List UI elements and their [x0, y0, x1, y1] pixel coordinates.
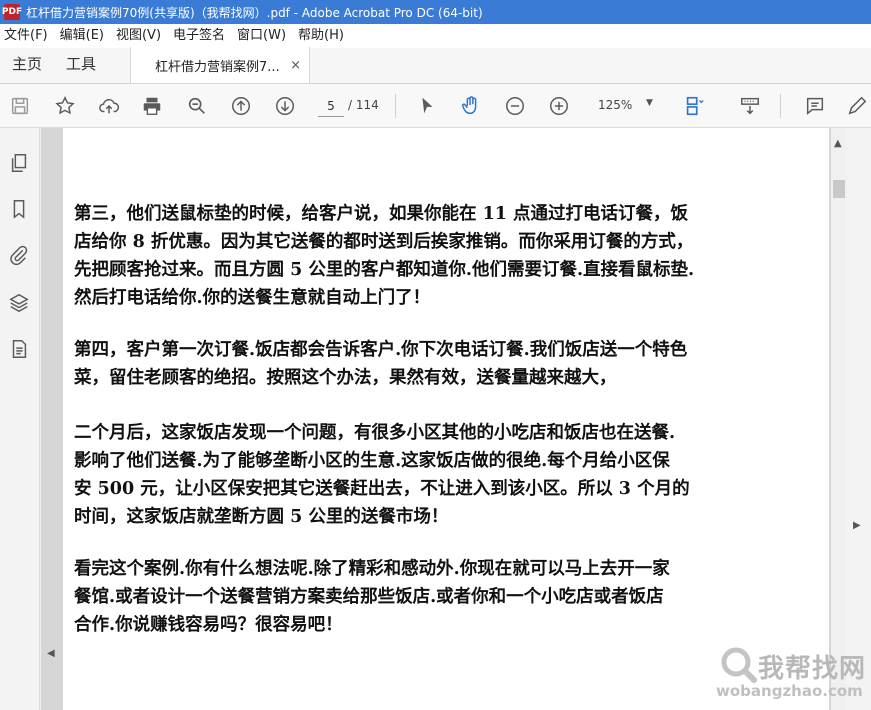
- page-number-input[interactable]: [318, 95, 344, 117]
- text-line: 安 500 元，让小区保安把其它送餐赶出去，不让进入到该小区。所以 3 个月的: [74, 479, 690, 499]
- menu-file[interactable]: 文件(F): [0, 24, 54, 48]
- scroll-mode-icon[interactable]: [738, 94, 762, 118]
- tab-bar: 主页 工具 杠杆借力营销案例7... ×: [0, 47, 871, 84]
- title-bar: PDF 杠杆借力营销案例70例(共享版)（我帮找网）.pdf - Adobe A…: [0, 0, 871, 24]
- menu-bar: 文件(F) 编辑(E) 视图(V) 电子签名 窗口(W) 帮助(H): [0, 24, 871, 48]
- save-icon[interactable]: [8, 94, 32, 118]
- text-line: 然后打电话给你.你的送餐生意就自动上门了！: [74, 288, 431, 308]
- acrobat-app-icon: PDF: [2, 4, 22, 20]
- text-line: 二个月后，这家饭店发现一个问题，有很多小区其他的小吃店和饭店也在送餐.: [74, 423, 676, 443]
- page-up-icon[interactable]: [229, 94, 253, 118]
- print-icon[interactable]: [140, 94, 164, 118]
- scroll-up-icon[interactable]: ▲: [834, 138, 842, 149]
- watermark: 我帮找网 wobangzhao.com: [714, 642, 870, 708]
- cloud-upload-icon[interactable]: [97, 94, 121, 118]
- toolbar: / 114 125% ▼: [0, 84, 871, 128]
- zoom-dropdown-icon[interactable]: ▼: [646, 98, 653, 108]
- page-down-icon[interactable]: [273, 94, 297, 118]
- text-line: 店给你 8 折优惠。因为其它送餐的都时送到后挨家推销。而你采用订餐的方式，: [74, 232, 694, 252]
- menu-edit[interactable]: 编辑(E): [54, 24, 110, 48]
- text-line: 合作.你说赚钱容易吗？很容易吧！: [74, 615, 343, 635]
- text-line: 餐馆.或者设计一个送餐营销方案卖给那些饭店.或者你和一个小吃店或者饭店: [74, 587, 664, 607]
- watermark-en: wobangzhao.com: [716, 682, 863, 700]
- tab-document[interactable]: 杠杆借力营销案例7... ×: [130, 47, 311, 83]
- pen-icon[interactable]: [845, 94, 869, 118]
- menu-window[interactable]: 窗口(W): [231, 24, 292, 48]
- toolbar-separator: [780, 94, 781, 118]
- text-line: 影响了他们送餐.为了能够垄断小区的生意.这家饭店做的很绝.每个月给小区保: [74, 451, 670, 471]
- zoom-level[interactable]: 125%: [598, 98, 632, 112]
- zoom-out-icon[interactable]: [503, 94, 527, 118]
- page-total: / 114: [348, 98, 379, 112]
- bookmark-icon[interactable]: [8, 198, 30, 220]
- text-line: 看完这个案例.你有什么想法呢.除了精彩和感动外.你现在就可以马上去开一家: [74, 559, 670, 579]
- right-pane-collapsed: ▶: [847, 128, 871, 710]
- paragraph-3: 二个月后，这家饭店发现一个问题，有很多小区其他的小吃店和饭店也在送餐. 影响了他…: [74, 419, 814, 531]
- toolbar-separator: [395, 94, 396, 118]
- comment-icon[interactable]: [803, 94, 827, 118]
- window-title: 杠杆借力营销案例70例(共享版)（我帮找网）.pdf - Adobe Acrob…: [26, 5, 483, 20]
- zoom-in-icon[interactable]: [547, 94, 571, 118]
- hand-icon[interactable]: [459, 94, 483, 118]
- tab-tools[interactable]: 工具: [54, 47, 108, 83]
- attachment-icon[interactable]: [8, 244, 30, 266]
- document-properties-icon[interactable]: [8, 338, 30, 360]
- collapse-left-panel-icon[interactable]: ◀: [47, 648, 55, 659]
- paragraph-4: 看完这个案例.你有什么想法呢.除了精彩和感动外.你现在就可以马上去开一家 餐馆.…: [74, 555, 814, 639]
- paragraph-2: 第四，客户第一次订餐.饭店都会告诉客户.你下次电话订餐.我们饭店送一个特色 菜，…: [74, 336, 814, 392]
- menu-esign[interactable]: 电子签名: [167, 24, 231, 48]
- text-line: 时间，这家饭店就垄断方圆 5 公里的送餐市场！: [74, 507, 449, 527]
- vertical-scrollbar[interactable]: ▲: [831, 128, 847, 710]
- layers-icon[interactable]: [8, 292, 30, 314]
- menu-view[interactable]: 视图(V): [110, 24, 167, 48]
- text-line: 第三，他们送鼠标垫的时候，给客户说，如果你能在 11 点通过打电话订餐，饭: [74, 204, 689, 224]
- text-line: 菜，留住老顾客的绝招。按照这个办法，果然有效，送餐量越来越大，: [74, 368, 617, 388]
- pdf-page: 第三，他们送鼠标垫的时候，给客户说，如果你能在 11 点通过打电话订餐，饭 店给…: [63, 128, 829, 710]
- select-arrow-icon[interactable]: [415, 94, 439, 118]
- star-icon[interactable]: [53, 94, 77, 118]
- menu-help[interactable]: 帮助(H): [292, 24, 350, 48]
- tab-document-label: 杠杆借力营销案例7...: [155, 59, 280, 75]
- document-viewport[interactable]: 第三，他们送鼠标垫的时候，给客户说，如果你能在 11 点通过打电话订餐，饭 店给…: [41, 128, 831, 710]
- text-line: 第四，客户第一次订餐.饭店都会告诉客户.你下次电话订餐.我们饭店送一个特色: [74, 340, 688, 360]
- paragraph-1: 第三，他们送鼠标垫的时候，给客户说，如果你能在 11 点通过打电话订餐，饭 店给…: [74, 200, 814, 312]
- text-line: 先把顾客抢过来。而且方圆 5 公里的客户都知道你.他们需要订餐.直接看鼠标垫.: [74, 260, 695, 280]
- left-navigation-panel: [0, 128, 40, 710]
- scrollbar-thumb[interactable]: [833, 180, 845, 198]
- watermark-cn: 我帮找网: [758, 654, 867, 684]
- expand-right-pane-icon[interactable]: ▶: [853, 520, 861, 531]
- close-icon[interactable]: ×: [290, 58, 301, 73]
- find-icon[interactable]: [185, 94, 209, 118]
- fit-page-icon[interactable]: [682, 94, 706, 118]
- tab-home[interactable]: 主页: [0, 47, 54, 83]
- page-thumbnails-icon[interactable]: [8, 152, 30, 174]
